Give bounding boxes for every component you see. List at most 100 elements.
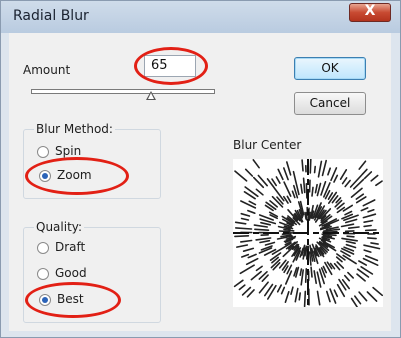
blur-streak bbox=[327, 167, 331, 176]
blur-streak bbox=[363, 249, 372, 253]
blur-streak bbox=[252, 159, 260, 169]
blur-streak bbox=[361, 168, 368, 176]
blur-streak bbox=[300, 183, 303, 194]
blur-streak bbox=[341, 177, 348, 185]
zoom-blur-preview-graphic bbox=[233, 158, 383, 308]
blur-streak bbox=[367, 237, 377, 240]
blur-streak bbox=[317, 160, 323, 178]
spin-radio[interactable] bbox=[37, 146, 49, 158]
blur-streak bbox=[358, 260, 367, 266]
blur-streak bbox=[358, 160, 367, 170]
blur-streak bbox=[266, 284, 277, 300]
radial-blur-dialog: Radial Blur X Amount 65 OK Cancel Blur M… bbox=[0, 0, 401, 338]
blur-streak bbox=[349, 174, 363, 188]
draft-label[interactable]: Draft bbox=[55, 240, 85, 254]
cancel-button[interactable]: Cancel bbox=[294, 92, 366, 115]
blur-streak bbox=[235, 244, 249, 248]
blur-streak bbox=[247, 209, 256, 215]
blur-streak bbox=[247, 253, 257, 259]
blur-streak bbox=[258, 281, 269, 294]
blur-streak bbox=[363, 224, 372, 228]
blur-streak bbox=[234, 221, 247, 225]
blur-streak bbox=[255, 188, 264, 196]
blur-streak bbox=[362, 213, 377, 219]
blur-streak bbox=[347, 226, 360, 229]
zoom-radio[interactable] bbox=[39, 170, 51, 182]
spin-label[interactable]: Spin bbox=[55, 144, 81, 158]
blur-streak bbox=[362, 199, 376, 207]
blur-streak bbox=[286, 195, 292, 204]
blur-streak bbox=[264, 241, 276, 246]
amount-label: Amount bbox=[23, 63, 71, 77]
amount-slider-track[interactable] bbox=[31, 89, 215, 94]
good-radio[interactable] bbox=[37, 268, 49, 280]
ok-button[interactable]: OK bbox=[294, 57, 366, 80]
amount-slider-thumb[interactable] bbox=[145, 91, 156, 100]
blur-streak bbox=[284, 291, 290, 303]
blur-streak bbox=[241, 286, 252, 296]
blur-streak bbox=[340, 223, 355, 228]
blur-streak bbox=[309, 158, 312, 174]
blur-streak bbox=[363, 219, 374, 224]
blur-streak bbox=[346, 235, 355, 238]
blur-streak bbox=[363, 171, 373, 180]
amount-input[interactable]: 65 bbox=[144, 55, 196, 77]
blur-streak bbox=[363, 244, 381, 250]
blur-streak bbox=[299, 268, 303, 276]
draft-radio[interactable] bbox=[37, 242, 49, 254]
blur-streak bbox=[302, 177, 306, 194]
close-button[interactable]: X bbox=[349, 3, 391, 22]
blur-streak bbox=[244, 186, 259, 198]
blur-streak bbox=[276, 284, 283, 293]
blur-streak bbox=[333, 174, 339, 183]
best-label[interactable]: Best bbox=[57, 292, 84, 306]
blur-streak bbox=[303, 290, 307, 308]
blur-streak bbox=[240, 212, 251, 217]
blur-streak bbox=[333, 289, 339, 298]
blur-streak bbox=[242, 247, 255, 252]
blur-streak bbox=[366, 291, 378, 302]
zoom-label[interactable]: Zoom bbox=[57, 168, 92, 182]
blur-center-preview[interactable] bbox=[233, 158, 383, 308]
blur-streak bbox=[353, 178, 365, 190]
blur-streak bbox=[304, 268, 308, 283]
blur-streak bbox=[233, 279, 244, 288]
blur-streak bbox=[316, 290, 321, 306]
blur-streak bbox=[246, 289, 255, 298]
blur-streak bbox=[326, 290, 331, 303]
blur-streak bbox=[350, 297, 358, 308]
blur-streak bbox=[283, 181, 292, 197]
good-label[interactable]: Good bbox=[55, 266, 87, 280]
blur-streak bbox=[321, 159, 327, 177]
blur-streak bbox=[313, 165, 316, 174]
blur-streak bbox=[344, 210, 353, 216]
blur-streak bbox=[291, 190, 296, 199]
blur-streak bbox=[354, 295, 362, 305]
blur-streak bbox=[345, 218, 358, 224]
blur-streak bbox=[356, 273, 366, 282]
best-radio[interactable] bbox=[39, 294, 51, 306]
blur-streak bbox=[313, 270, 317, 285]
blur-streak bbox=[367, 208, 375, 213]
blur-streak bbox=[341, 237, 358, 242]
blur-streak bbox=[316, 182, 322, 197]
blur-streak bbox=[253, 224, 269, 228]
blur-streak bbox=[234, 227, 253, 230]
blur-streak bbox=[255, 237, 272, 241]
blur-streak bbox=[308, 211, 311, 221]
dialog-title: Radial Blur bbox=[13, 8, 89, 24]
blur-method-group bbox=[23, 129, 161, 199]
blur-streak bbox=[238, 284, 246, 291]
blur-streak bbox=[234, 235, 250, 238]
blur-streak bbox=[339, 169, 348, 181]
blur-streak bbox=[290, 286, 294, 295]
blur-streak bbox=[360, 207, 369, 212]
blur-streak bbox=[285, 161, 292, 176]
blur-streak bbox=[294, 287, 299, 303]
close-icon: X bbox=[364, 3, 376, 19]
title-bar[interactable]: Radial Blur X bbox=[1, 1, 400, 33]
blur-streak bbox=[280, 286, 286, 295]
blur-streak bbox=[311, 186, 314, 197]
blur-streak bbox=[344, 274, 351, 282]
blur-streak bbox=[310, 266, 313, 278]
